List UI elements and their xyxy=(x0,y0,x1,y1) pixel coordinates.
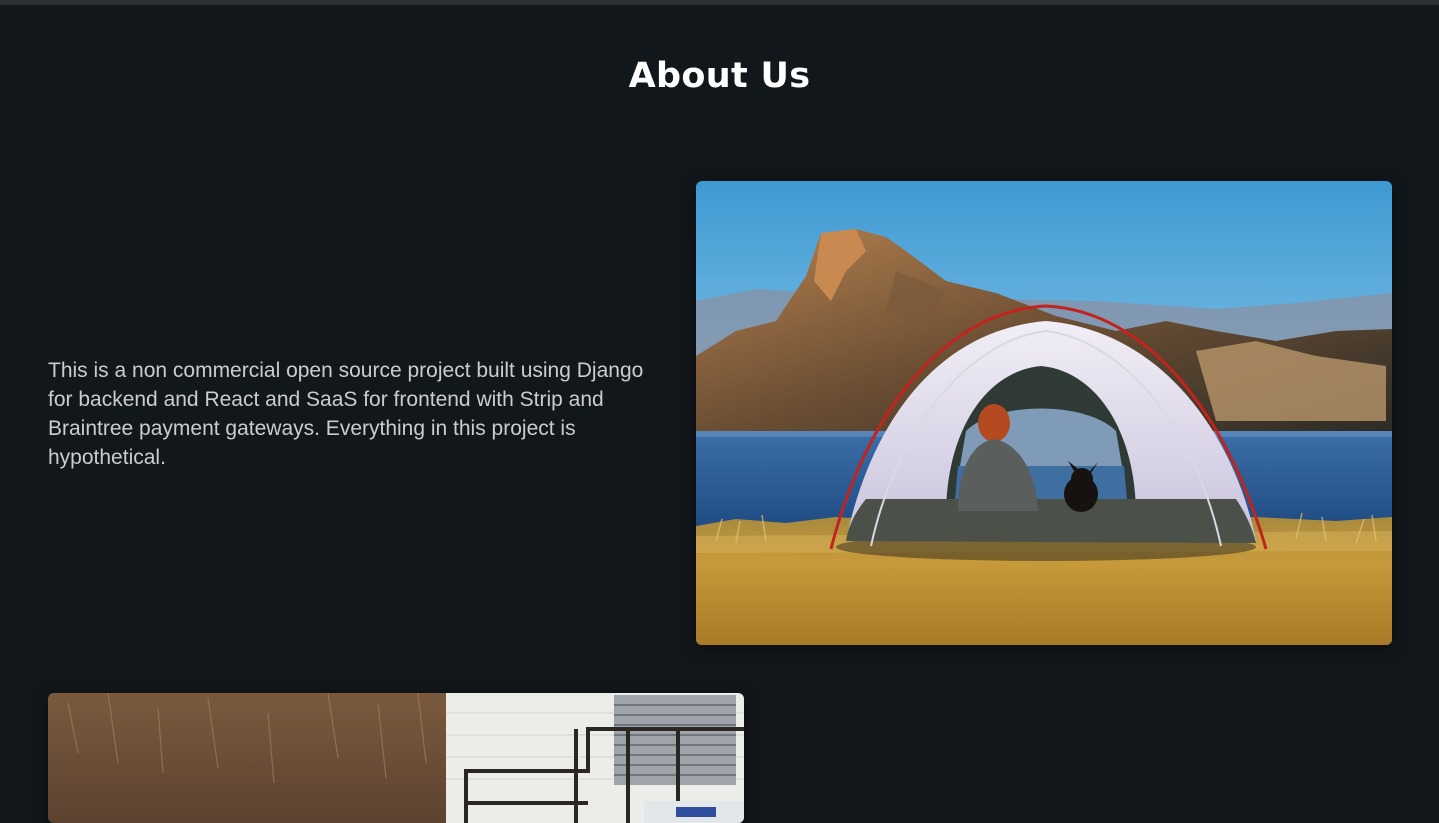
top-navbar-edge xyxy=(0,0,1439,5)
page-title: About Us xyxy=(628,56,811,96)
camping-tent-photo xyxy=(696,181,1392,645)
about-description: This is a non commercial open source pro… xyxy=(48,359,644,469)
building-photo xyxy=(48,693,744,823)
